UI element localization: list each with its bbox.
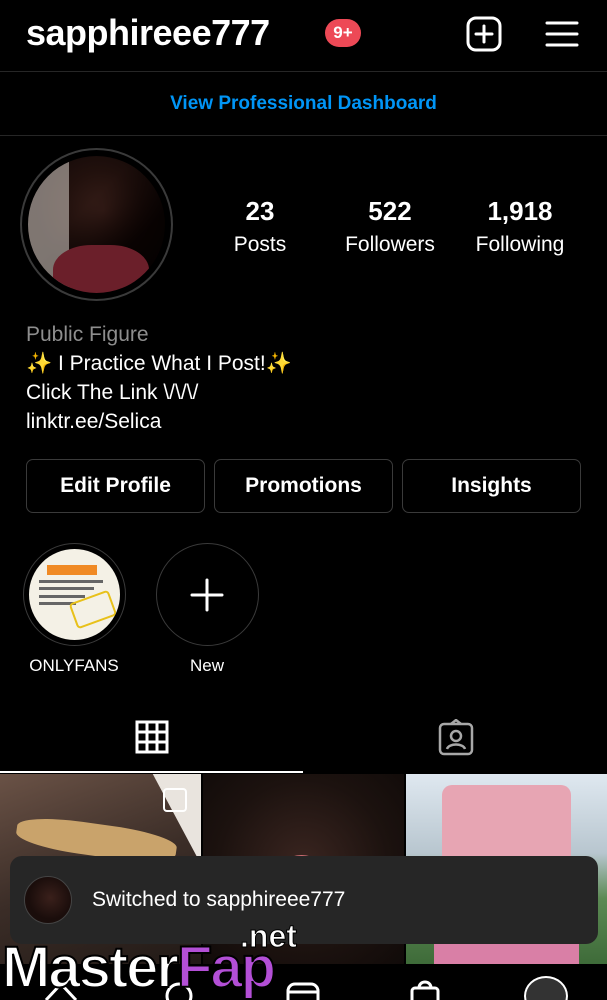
tab-posts-grid[interactable]	[0, 703, 303, 773]
highlight-cover	[28, 549, 120, 640]
profile-photo	[28, 156, 165, 293]
add-post-button[interactable]	[464, 14, 504, 54]
menu-icon	[545, 21, 579, 47]
promotions-button[interactable]: Promotions	[214, 459, 393, 513]
edit-profile-button[interactable]: Edit Profile	[26, 459, 205, 513]
profile-bio: Public Figure ✨ I Practice What I Post!✨…	[26, 320, 586, 436]
insights-button[interactable]: Insights	[402, 459, 581, 513]
story-highlight[interactable]: ONLYFANS	[22, 543, 126, 676]
watermark-part1: Master	[1, 935, 180, 1000]
profile-category: Public Figure	[26, 323, 149, 346]
shop-icon[interactable]	[406, 978, 444, 1000]
bio-link[interactable]: linktr.ee/Selica	[26, 407, 586, 436]
posts-label: Posts	[233, 233, 287, 256]
following-count: 1,918	[487, 196, 553, 226]
plus-icon	[190, 578, 224, 611]
posts-count: 23	[245, 196, 275, 226]
bio-line: Click The Link \/\/\/	[26, 381, 199, 404]
posts-stat[interactable]: 23 Posts	[190, 196, 330, 257]
highlight-label: ONLYFANS	[29, 656, 119, 675]
professional-dashboard-link[interactable]: View Professional Dashboard	[0, 72, 607, 136]
watermark-logo: .net MasterFap	[0, 918, 320, 1000]
add-post-icon	[466, 16, 502, 52]
bio-line: ✨ I Practice What I Post!✨	[26, 352, 292, 375]
profile-tabs	[0, 703, 607, 773]
toast-avatar	[24, 876, 72, 924]
notification-badge[interactable]: 9+	[325, 19, 361, 47]
grid-icon	[135, 720, 168, 754]
menu-button[interactable]	[542, 14, 582, 54]
new-highlight-button[interactable]: New	[155, 543, 259, 676]
profile-avatar[interactable]	[20, 148, 173, 301]
profile-nav-avatar[interactable]	[524, 976, 568, 1000]
tab-tagged[interactable]	[304, 703, 607, 773]
following-label: Following	[475, 233, 565, 256]
highlight-label: New	[189, 656, 224, 675]
username-switcher[interactable]: sapphireee777	[26, 12, 270, 54]
following-stat[interactable]: 1,918 Following	[450, 196, 590, 257]
top-bar: sapphireee777 9+	[0, 0, 607, 72]
multi-post-icon	[163, 788, 187, 812]
followers-label: Followers	[345, 233, 435, 256]
followers-stat[interactable]: 522 Followers	[320, 196, 460, 257]
tagged-icon	[438, 719, 473, 756]
watermark-part2: Fap	[176, 935, 277, 1000]
followers-count: 522	[368, 196, 412, 226]
